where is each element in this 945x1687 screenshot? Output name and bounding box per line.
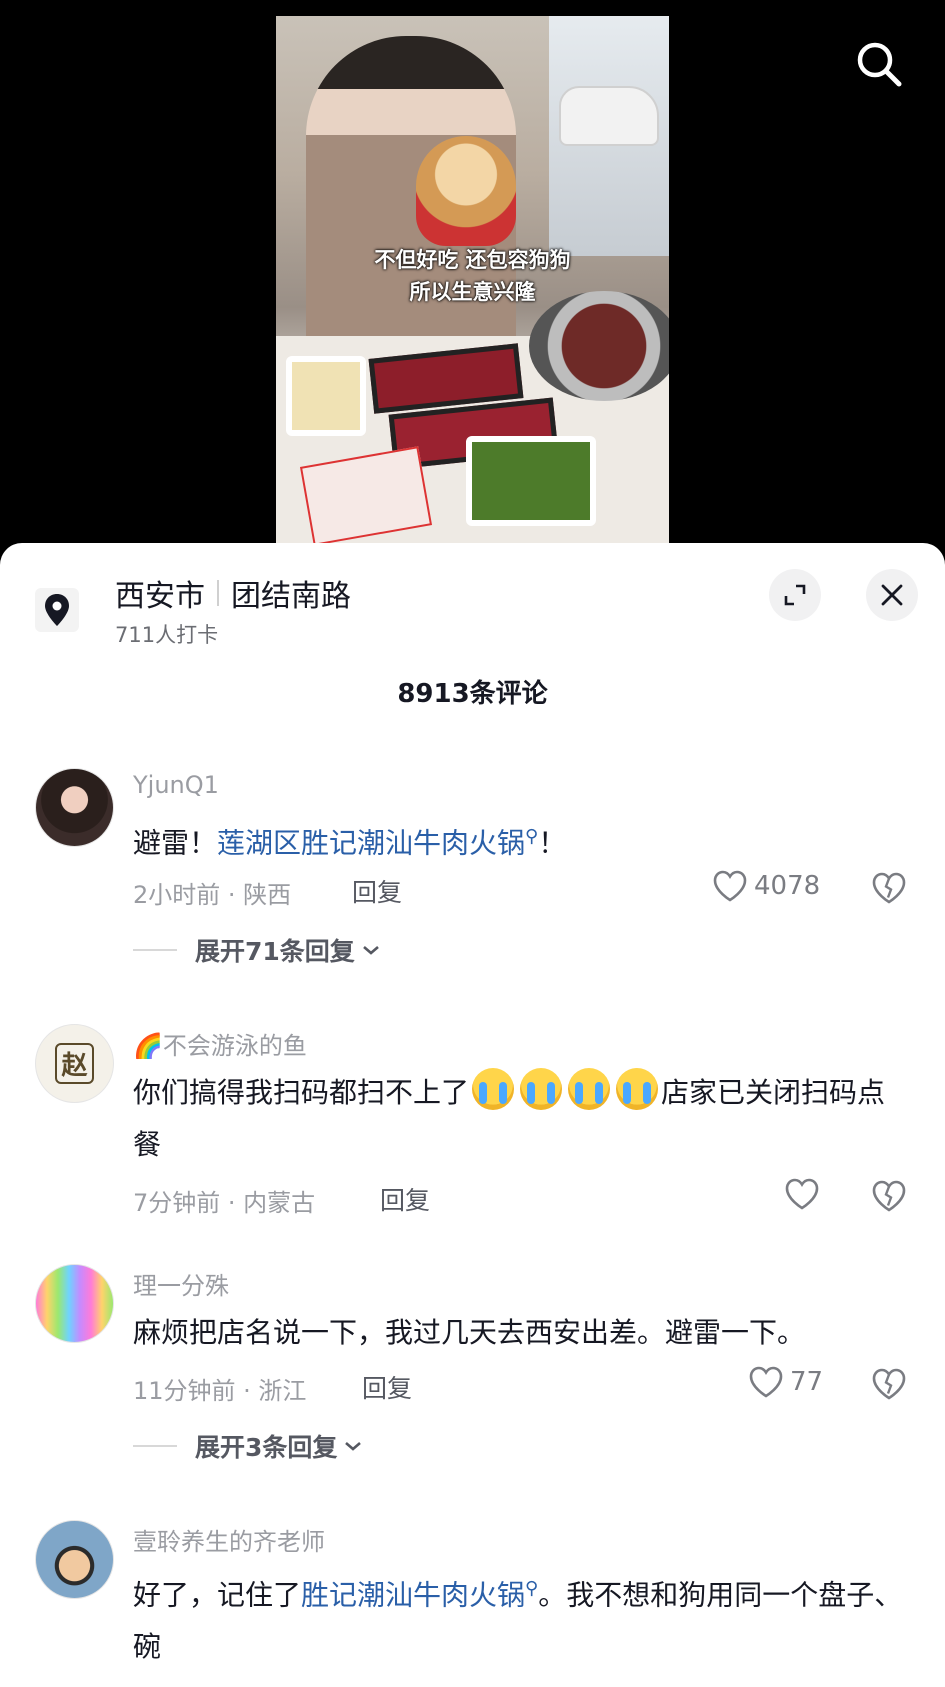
crying-face-icon [568, 1068, 611, 1110]
location-title[interactable]: 西安市 团结南路 [115, 571, 351, 615]
rainbow-icon: 🌈 [133, 1032, 163, 1060]
dislike-button[interactable] [871, 871, 907, 907]
close-button[interactable] [866, 569, 918, 621]
store-link[interactable]: 胜记潮汕牛肉火锅 [301, 1578, 525, 1611]
location-city: 西安市 [115, 579, 205, 614]
like-button[interactable]: 77 [748, 1365, 823, 1399]
comment-meta: 11分钟前 · 浙江 [133, 1377, 307, 1405]
comment-text: 麻烦把店名说一下，我过几天去西安出差。避雷一下。 [133, 1316, 806, 1349]
comment-text-suffix: ！ [538, 826, 567, 860]
caption-line-1: 不但好吃 还包容狗狗 [374, 248, 571, 272]
avatar[interactable] [35, 1520, 114, 1599]
divider [133, 1445, 177, 1447]
comment-text: 好了，记住了胜记潮汕牛肉火锅⚲。我不想和狗用同一个盘子、碗 [133, 1563, 913, 1673]
comment-username[interactable]: 🌈不会游泳的鱼 [133, 1026, 307, 1061]
comment-username-text: 不会游泳的鱼 [162, 1032, 307, 1060]
reply-button[interactable]: 回复 [362, 1369, 412, 1405]
heart-icon [749, 1366, 783, 1398]
comments-sheet: 西安市 团结南路 711人打卡 8913条评论 YjunQ1 避雷！莲湖区胜记潮… [0, 543, 945, 1687]
search-icon[interactable] [855, 40, 903, 88]
avatar[interactable]: 赵 [35, 1024, 114, 1103]
chevron-down-icon [362, 946, 379, 955]
comment-meta: 2小时前 · 陕西 [133, 881, 292, 909]
reply-button[interactable]: 回复 [352, 873, 402, 909]
avatar-text: 赵 [55, 1043, 94, 1084]
location-checkins: 711人打卡 [115, 623, 219, 647]
reply-button[interactable]: 回复 [380, 1181, 430, 1217]
crying-face-icon [616, 1068, 659, 1110]
location-pin-icon[interactable] [35, 588, 79, 632]
expand-replies-label: 展开3条回复 [195, 1433, 338, 1462]
comment-username[interactable]: 壹聆养生的齐老师 [133, 1522, 325, 1557]
avatar[interactable] [35, 768, 114, 847]
like-button[interactable] [784, 1177, 820, 1211]
chevron-down-icon [345, 1442, 362, 1451]
broken-heart-icon [872, 872, 906, 904]
comment-username[interactable]: 理一分殊 [133, 1266, 229, 1301]
comments-count: 8913条评论 [397, 679, 548, 709]
close-icon [881, 584, 903, 606]
expand-replies-button[interactable]: 展开71条回复 [133, 932, 381, 968]
expand-replies-button[interactable]: 展开3条回复 [133, 1428, 363, 1464]
expand-replies-label: 展开71条回复 [195, 937, 355, 966]
search-icon: ⚲ [525, 826, 539, 847]
divider [133, 949, 177, 951]
comment-text: 你们搞得我扫码都扫不上了 店家已关闭扫码点餐 [133, 1067, 913, 1171]
search-icon: ⚲ [525, 1578, 539, 1599]
crying-face-icon [520, 1068, 563, 1110]
comment-text-prefix: 避雷！ [133, 826, 218, 860]
crying-face-icon [472, 1068, 515, 1110]
dislike-button[interactable] [871, 1367, 907, 1403]
dislike-button[interactable] [871, 1179, 907, 1215]
expand-button[interactable] [769, 569, 821, 621]
comment-text-prefix: 好了，记住了 [133, 1578, 302, 1612]
store-link[interactable]: 莲湖区胜记潮汕牛肉火锅 [217, 826, 525, 859]
avatar[interactable] [35, 1264, 114, 1343]
broken-heart-icon [872, 1368, 906, 1400]
location-road: 团结南路 [231, 579, 351, 614]
heart-icon [785, 1178, 819, 1210]
video-caption: 不但好吃 还包容狗狗 所以生意兴隆 [276, 244, 669, 308]
like-button[interactable]: 4078 [712, 869, 820, 903]
broken-heart-icon [872, 1180, 906, 1212]
comment-meta: 7分钟前 · 内蒙古 [133, 1189, 316, 1217]
like-count: 77 [790, 1367, 824, 1397]
expand-icon [784, 584, 806, 606]
like-count: 4078 [754, 871, 821, 901]
video-player[interactable]: 不但好吃 还包容狗狗 所以生意兴隆 [0, 0, 945, 560]
caption-line-2: 所以生意兴隆 [409, 280, 536, 304]
heart-icon [713, 870, 747, 902]
comment-text: 避雷！莲湖区胜记潮汕牛肉火锅⚲！ [133, 811, 913, 869]
comment-username[interactable]: YjunQ1 [133, 771, 219, 799]
location-separator [217, 580, 219, 606]
comment-text-before: 你们搞得我扫码都扫不上了 [133, 1076, 470, 1109]
